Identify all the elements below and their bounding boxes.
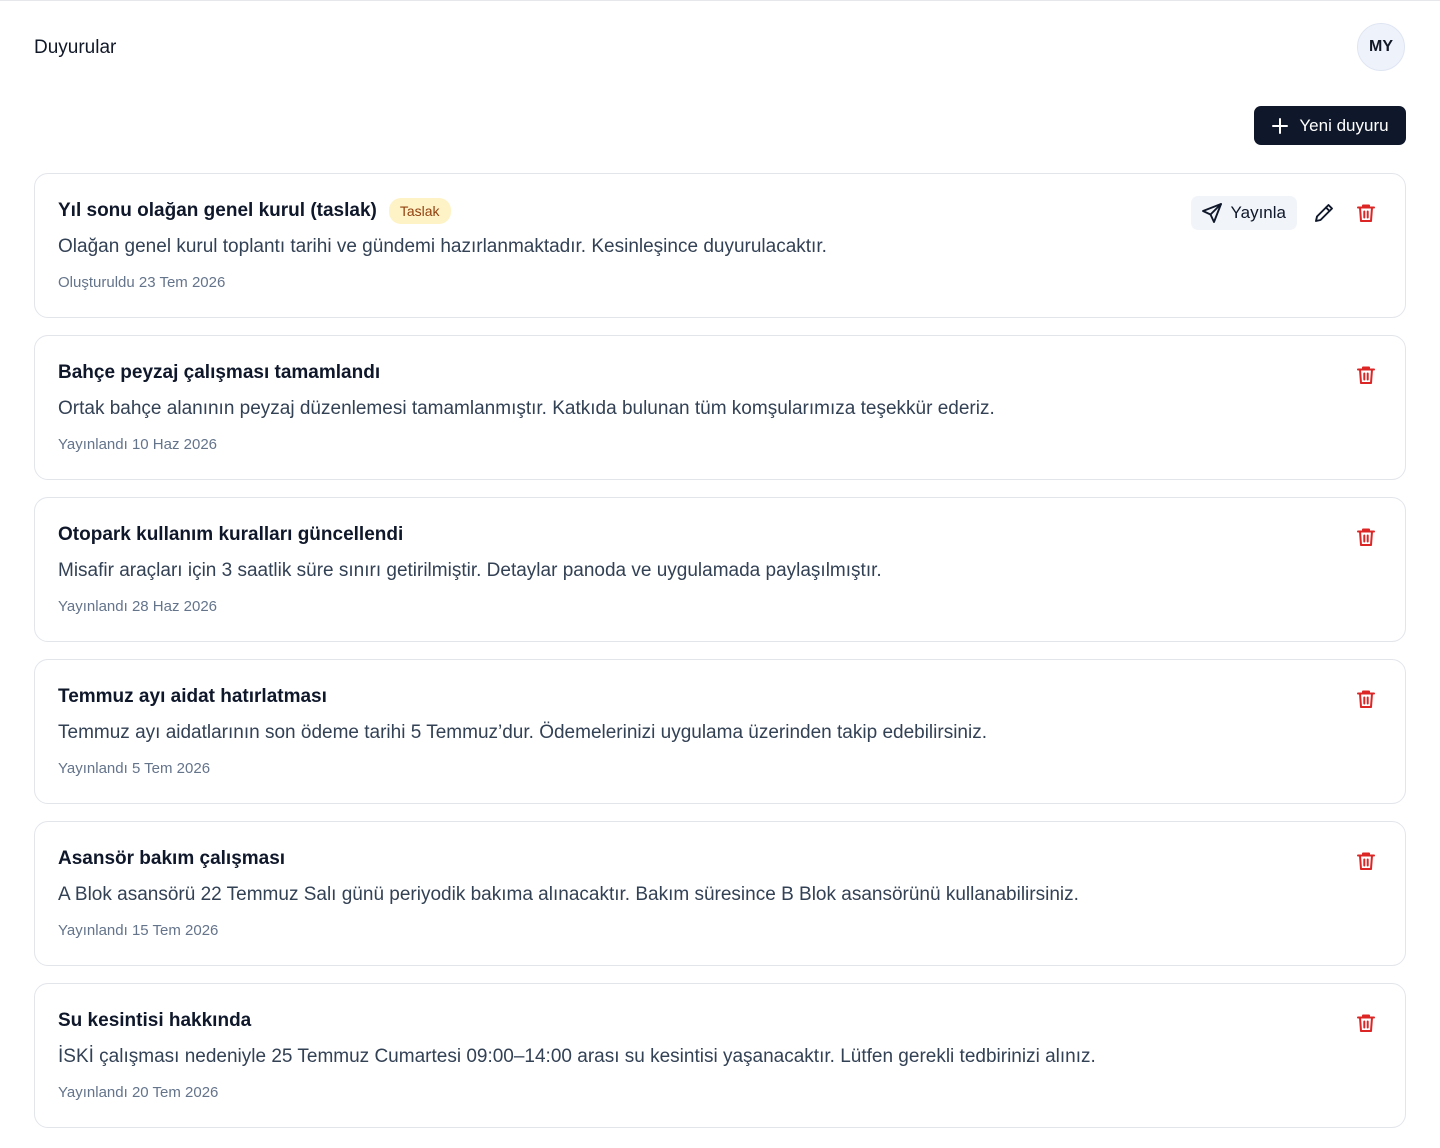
announcements-page: Duyurular MY Yeni duyuru Yıl sonu olağan… [0,0,1440,1148]
new-announcement-label: Yeni duyuru [1299,115,1389,135]
draft-badge: Taslak [388,198,451,224]
delete-button[interactable] [1351,844,1381,878]
announcement-date: Yayınlandı 5 Tem 2026 [58,760,211,777]
delete-button[interactable] [1351,682,1381,716]
plus-icon [1272,117,1289,134]
announcement-date: Yayınlandı 28 Haz 2026 [58,598,218,615]
new-announcement-button[interactable]: Yeni duyuru [1254,106,1406,145]
announcement-actions [1351,358,1381,392]
delete-button[interactable] [1351,1006,1381,1040]
announcement-date: Yayınlandı 15 Tem 2026 [58,922,219,939]
announcement-title: Otopark kullanım kuralları güncellendi [58,524,404,545]
announcement-body: Temmuz ayı aidatlarının son ödeme tarihi… [58,722,987,743]
trash-icon [1355,850,1377,872]
announcement-date: Yayınlandı 20 Tem 2026 [58,1084,219,1101]
trash-icon [1355,364,1377,386]
announcement-actions: Yayınla [1190,196,1381,230]
send-icon [1201,202,1223,224]
announcement-title: Temmuz ayı aidat hatırlatması [58,686,327,707]
delete-button[interactable] [1351,520,1381,554]
announcement-body: Misafir araçları için 3 saatlik süre sın… [58,560,882,581]
announcement-actions [1351,682,1381,716]
announcement-title-row: Yıl sonu olağan genel kurul (taslak) Tasl… [58,198,451,224]
announcement-body: A Blok asansörü 22 Temmuz Salı günü peri… [58,884,1079,905]
announcement-actions [1351,1006,1381,1040]
announcement-card: Bahçe peyzaj çalışması tamamlandı Ortak b… [34,335,1406,480]
avatar[interactable]: MY [1357,23,1405,71]
announcement-body: Olağan genel kurul toplantı tarihi ve gü… [58,236,827,257]
announcement-title-row: Asansör bakım çalışması [58,846,285,872]
trash-icon [1355,1012,1377,1034]
announcement-title-row: Temmuz ayı aidat hatırlatması [58,684,327,710]
announcement-title-row: Bahçe peyzaj çalışması tamamlandı [58,360,380,386]
announcement-title-row: Su kesintisi hakkında [58,1008,251,1034]
announcement-card: Asansör bakım çalışması A Blok asansörü 2… [34,821,1406,966]
trash-icon [1355,202,1377,224]
announcement-body: Ortak bahçe alanının peyzaj düzenlemesi … [58,398,995,419]
announcement-date: Yayınlandı 10 Haz 2026 [58,436,218,453]
pencil-icon [1313,202,1335,224]
announcement-title: Asansör bakım çalışması [58,848,286,869]
page-title: Duyurular [34,37,117,58]
announcement-actions [1351,844,1381,878]
page-header: Duyurular MY [0,1,1440,95]
announcement-list: Yıl sonu olağan genel kurul (taslak) Tasl… [34,173,1406,1145]
announcement-card: Temmuz ayı aidat hatırlatması Temmuz ayı … [34,659,1406,804]
publish-label: Yayınla [1230,203,1286,222]
announcement-card: Yıl sonu olağan genel kurul (taslak) Tasl… [34,173,1406,318]
delete-button[interactable] [1351,358,1381,392]
trash-icon [1355,688,1377,710]
announcement-actions [1351,520,1381,554]
announcement-title: Yıl sonu olağan genel kurul (taslak) [58,200,377,221]
publish-button[interactable]: Yayınla [1190,196,1297,230]
delete-button[interactable] [1351,196,1381,230]
announcement-card: Su kesintisi hakkında İSKİ çalışması nede… [34,983,1406,1128]
edit-button[interactable] [1309,196,1339,230]
announcement-title-row: Otopark kullanım kuralları güncellendi [58,522,403,548]
announcement-card: Otopark kullanım kuralları güncellendi Mi… [34,497,1406,642]
announcement-title: Su kesintisi hakkında [58,1010,252,1031]
announcement-date: Oluşturuldu 23 Tem 2026 [58,274,226,291]
trash-icon [1355,526,1377,548]
announcement-body: İSKİ çalışması nedeniyle 25 Temmuz Cumar… [58,1046,1096,1067]
announcement-title: Bahçe peyzaj çalışması tamamlandı [58,362,381,383]
